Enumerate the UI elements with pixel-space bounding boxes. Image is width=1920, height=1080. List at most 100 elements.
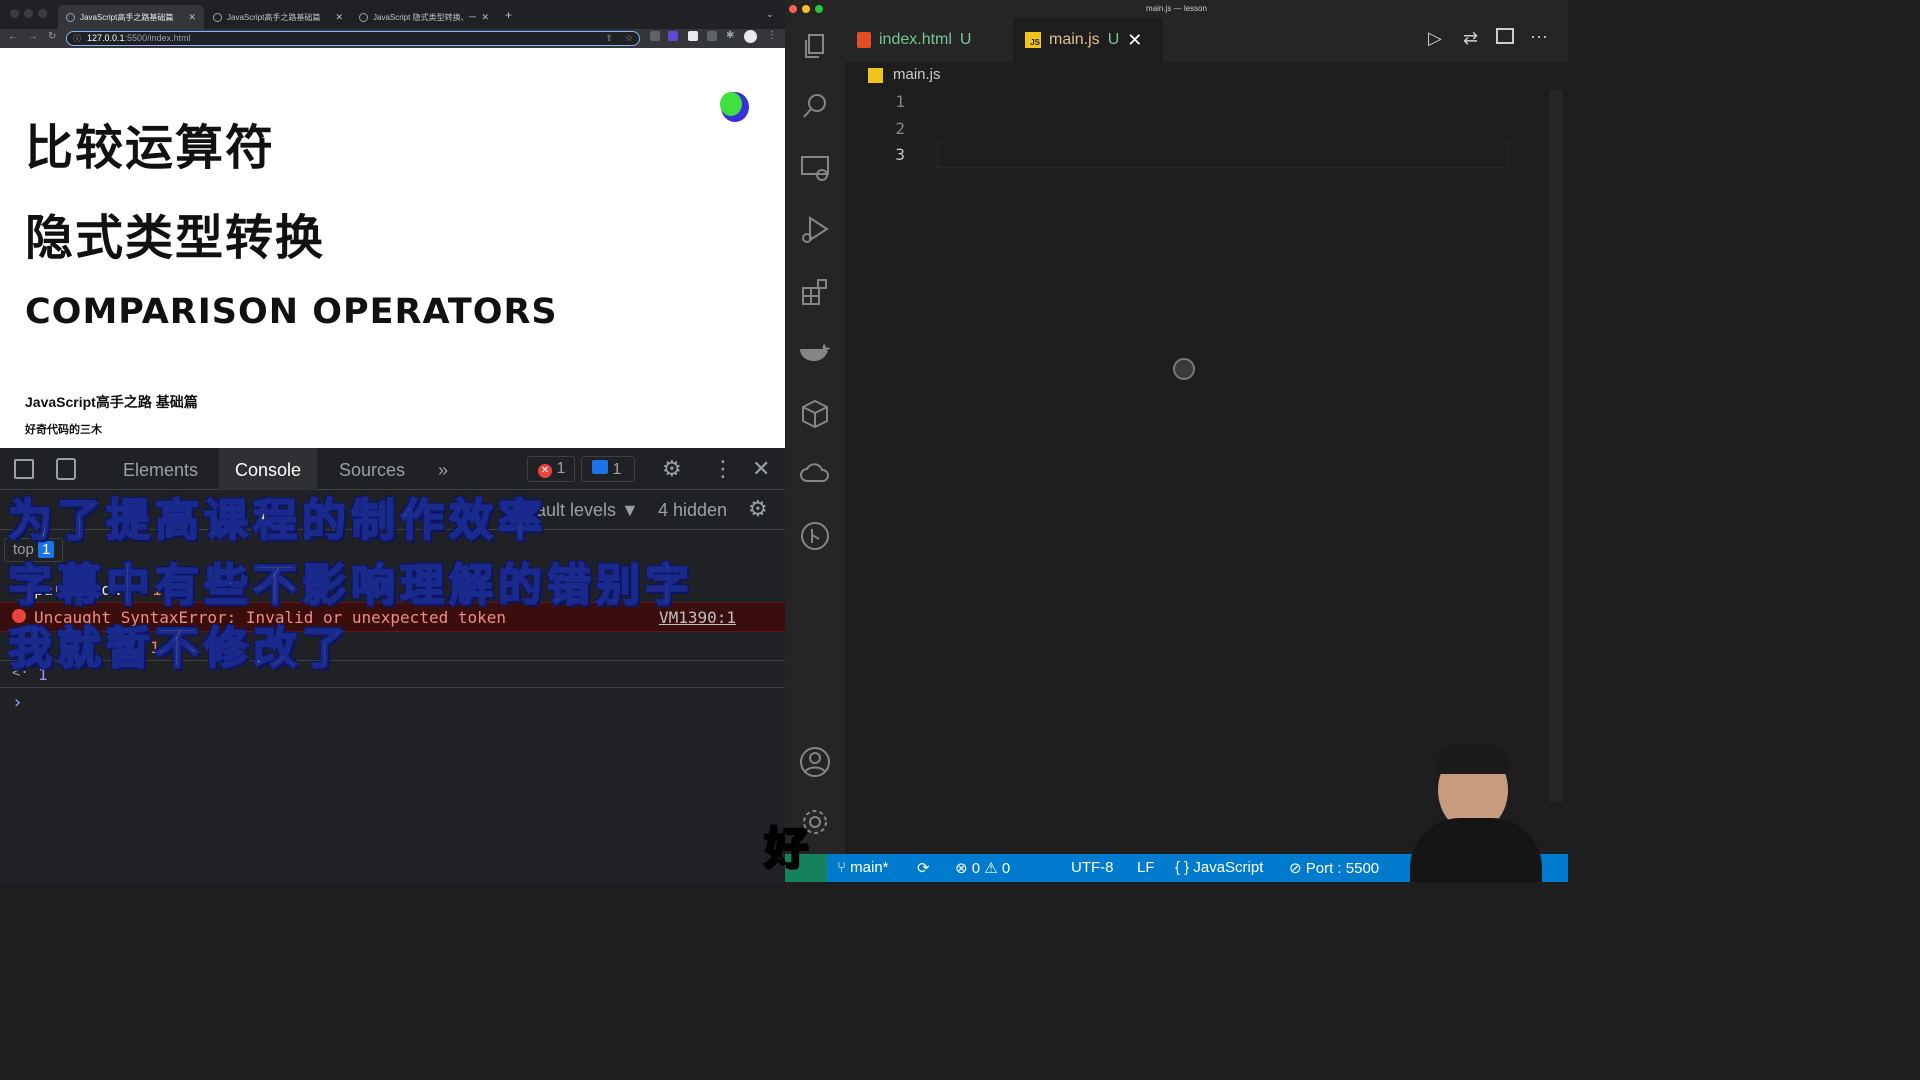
editor-tabs: index.html U JS main.js U ✕ ▷ ⇄ ··· xyxy=(845,18,1568,62)
extension-icon[interactable] xyxy=(668,31,678,41)
close-devtools-icon[interactable]: ✕ xyxy=(752,456,770,482)
close-tab-icon[interactable]: ✕ xyxy=(481,12,489,23)
browser-tab-2[interactable]: JavaScript高手之路基础篇 ✕ xyxy=(205,5,351,29)
hidden-count: 4 hidden xyxy=(658,500,728,520)
console-prompt[interactable]: › xyxy=(12,692,23,713)
vscode-title-bar: main.js — lesson xyxy=(785,0,1568,18)
devtools-menu-icon[interactable]: ⋮ xyxy=(712,456,734,482)
source-control-graph-icon[interactable] xyxy=(799,520,831,552)
close-window-button[interactable] xyxy=(10,9,19,18)
tab-main-js[interactable]: JS main.js U ✕ xyxy=(1013,18,1163,62)
globe-icon xyxy=(66,12,75,22)
minimize-window-button[interactable] xyxy=(802,5,810,13)
sync-icon[interactable]: ⟳ xyxy=(917,859,930,877)
activity-bar xyxy=(785,18,845,854)
device-toolbar-icon[interactable] xyxy=(56,458,76,480)
presenter-hair xyxy=(1436,744,1510,774)
presenter-webcam xyxy=(1410,740,1550,882)
browser-tab-bar: JavaScript高手之路基础篇 ✕ JavaScript高手之路基础篇 ✕ … xyxy=(0,0,785,29)
minimize-window-button[interactable] xyxy=(24,9,33,18)
encoding[interactable]: UTF-8 xyxy=(1071,859,1114,876)
site-info-icon[interactable]: ⓘ xyxy=(73,32,81,45)
line-number: 3 xyxy=(895,145,905,164)
slide-title-1: 比较运算符 xyxy=(25,122,276,175)
close-window-button[interactable] xyxy=(789,5,797,13)
slide-page: 比较运算符 隐式类型转换 COMPARISON OPERATORS JavaSc… xyxy=(0,48,785,448)
inspect-element-icon[interactable] xyxy=(14,459,34,479)
presenter-shirt xyxy=(1410,818,1542,882)
docker-icon[interactable] xyxy=(799,336,831,368)
live-server-port[interactable]: ⊘ Port : 5500 xyxy=(1289,859,1379,877)
share-icon[interactable]: ⇧ xyxy=(605,32,613,45)
line-number: 1 xyxy=(895,92,905,111)
more-tabs-button[interactable]: » xyxy=(438,460,448,481)
globe-icon xyxy=(359,12,368,22)
browser-tab-1[interactable]: JavaScript高手之路基础篇 ✕ xyxy=(58,5,204,29)
puzzle-extensions-icon[interactable]: ✱ xyxy=(726,30,734,41)
js-file-icon: JS xyxy=(1025,32,1041,48)
logo-blob-green xyxy=(720,92,742,116)
end-of-line[interactable]: LF xyxy=(1137,859,1155,876)
reload-icon[interactable]: ↻ xyxy=(48,31,56,42)
cursor-indicator xyxy=(1173,358,1195,380)
subtitle-line-3: 我就暂不修改了 xyxy=(7,623,351,674)
tab-elements[interactable]: Elements xyxy=(123,460,198,481)
package-icon[interactable] xyxy=(799,398,831,430)
error-count-badge[interactable]: ✕ 1 xyxy=(527,456,575,482)
language-mode[interactable]: { } JavaScript xyxy=(1175,859,1263,876)
browser-tab-3[interactable]: JavaScript 隐式类型转换、一篇 ✕ xyxy=(351,5,497,29)
console-settings-gear-icon[interactable]: ⚙ xyxy=(748,496,768,522)
slide-course: JavaScript高手之路 基础篇 xyxy=(25,394,198,410)
new-tab-button[interactable]: + xyxy=(505,8,512,22)
extension-icon[interactable] xyxy=(650,31,660,41)
browser-window: JavaScript高手之路基础篇 ✕ JavaScript高手之路基础篇 ✕ … xyxy=(0,0,785,882)
subtitle-line-1: 为了提高课程的制作效率 xyxy=(7,495,547,546)
address-bar[interactable]: ⓘ 127.0.0.1:5500/index.html ⇧ ☆ xyxy=(66,31,640,46)
run-code-icon[interactable]: ▷ xyxy=(1428,28,1442,49)
browser-menu-icon[interactable]: ⋮ xyxy=(767,30,777,41)
forward-arrow-icon[interactable]: → xyxy=(28,31,38,42)
cloud-icon[interactable] xyxy=(799,458,831,490)
profile-avatar-icon[interactable] xyxy=(744,30,757,43)
split-editor-icon[interactable] xyxy=(1496,28,1514,44)
explorer-files-icon[interactable] xyxy=(799,30,831,62)
message-icon xyxy=(592,460,608,474)
subtitle-line-2: 字幕中有些不影响理解的错别字 xyxy=(7,560,694,611)
problems-indicator[interactable]: ⊗ 0 ⚠ 0 xyxy=(955,859,1010,877)
current-line-highlight[interactable] xyxy=(937,142,1509,168)
slide-title-en: COMPARISON OPERATORS xyxy=(25,292,558,332)
tab-search-chevron-icon[interactable]: ⌄ xyxy=(766,9,774,20)
notion-extension-icon[interactable] xyxy=(688,31,698,41)
error-icon: ✕ xyxy=(538,464,552,478)
line-number: 2 xyxy=(895,119,905,138)
open-changes-icon[interactable]: ⇄ xyxy=(1463,28,1478,49)
vertical-scrollbar[interactable] xyxy=(1549,90,1563,802)
globe-icon xyxy=(213,12,222,22)
breadcrumb: main.js xyxy=(845,62,1568,88)
search-icon[interactable] xyxy=(799,90,831,122)
zoom-window-button[interactable] xyxy=(815,5,823,13)
run-debug-icon[interactable] xyxy=(799,214,831,246)
back-arrow-icon[interactable]: ← xyxy=(8,31,18,42)
close-tab-icon[interactable]: ✕ xyxy=(1127,30,1142,51)
message-count-badge[interactable]: 1 xyxy=(581,456,635,482)
caption-character: 好 xyxy=(763,823,809,874)
slide-author: 好奇代码的三木 xyxy=(25,424,102,436)
window-title: main.js — lesson xyxy=(1146,4,1207,13)
html-file-icon xyxy=(857,32,871,48)
devtools-settings-gear-icon[interactable]: ⚙ xyxy=(662,456,682,482)
close-tab-icon[interactable]: ✕ xyxy=(188,12,196,23)
slide-title-2: 隐式类型转换 xyxy=(25,212,326,265)
extension-icon[interactable] xyxy=(707,31,717,41)
more-actions-icon[interactable]: ··· xyxy=(1530,26,1548,47)
tab-sources[interactable]: Sources xyxy=(339,460,405,481)
zoom-window-button[interactable] xyxy=(38,9,47,18)
bookmark-star-icon[interactable]: ☆ xyxy=(625,32,633,45)
remote-explorer-icon[interactable] xyxy=(799,152,831,184)
extensions-icon[interactable] xyxy=(799,276,831,308)
js-file-icon xyxy=(868,68,883,83)
git-branch[interactable]: ⑂ main* xyxy=(837,859,889,876)
accounts-icon[interactable] xyxy=(799,746,831,778)
tab-index-html[interactable]: index.html U xyxy=(845,18,1013,62)
close-tab-icon[interactable]: ✕ xyxy=(335,12,343,23)
